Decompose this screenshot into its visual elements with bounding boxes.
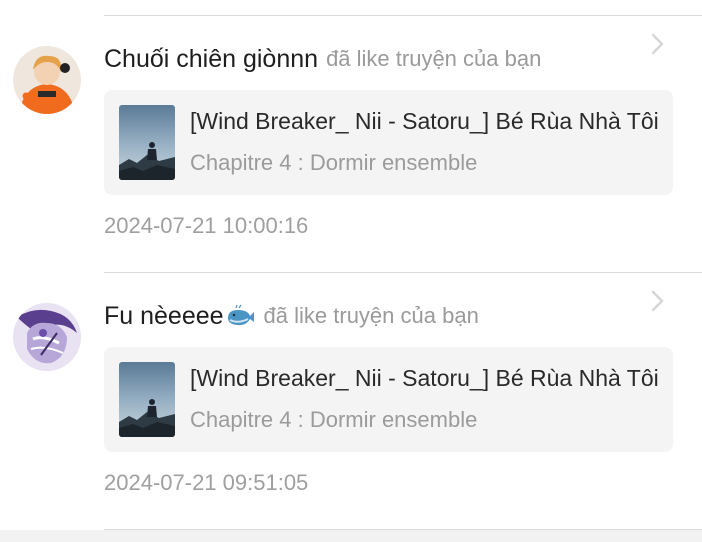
timestamp: 2024-07-21 10:00:16: [104, 213, 309, 238]
orange-hoodie-avatar-icon: [13, 46, 81, 114]
notification-feed: Chuối chiên giònnn đã like truyện của bạ…: [0, 0, 702, 542]
action-text: đã like truyện của bạn: [263, 303, 479, 328]
action-text: đã like truyện của bạn: [326, 46, 542, 71]
notification-headline: Fu nèeeee đã like truyện của bạn: [104, 299, 479, 333]
chevron-right-icon[interactable]: [648, 32, 668, 56]
notification-item[interactable]: Chuối chiên giònnn đã like truyện của bạ…: [0, 16, 702, 256]
username[interactable]: Fu nèeeee: [104, 302, 224, 331]
story-title[interactable]: [Wind Breaker_ Nii - Satoru_] Bé Rùa Nhà…: [190, 108, 660, 135]
story-title[interactable]: [Wind Breaker_ Nii - Satoru_] Bé Rùa Nhà…: [190, 365, 660, 392]
story-cover-image[interactable]: [119, 362, 175, 437]
chapter-title: Chapitre 4 : Dormir ensemble: [190, 407, 478, 432]
chevron-right-icon[interactable]: [648, 289, 668, 313]
purple-anime-avatar-icon: [13, 303, 81, 371]
story-cover-image[interactable]: [119, 105, 175, 180]
notification-headline: Chuối chiên giònnn đã like truyện của bạ…: [104, 42, 541, 76]
chapter-title: Chapitre 4 : Dormir ensemble: [190, 150, 478, 175]
user-avatar[interactable]: [13, 46, 81, 114]
story-card[interactable]: [Wind Breaker_ Nii - Satoru_] Bé Rùa Nhà…: [104, 90, 673, 195]
username[interactable]: Chuối chiên giònnn: [104, 45, 318, 74]
story-card[interactable]: [Wind Breaker_ Nii - Satoru_] Bé Rùa Nhà…: [104, 347, 673, 452]
timestamp: 2024-07-21 09:51:05: [104, 470, 309, 495]
next-item-edge: [0, 530, 702, 542]
whale-emoji-icon: [226, 304, 256, 328]
notification-item[interactable]: Fu nèeeee đã like truyện của bạn [Wind B…: [0, 273, 702, 513]
user-avatar[interactable]: [13, 303, 81, 371]
